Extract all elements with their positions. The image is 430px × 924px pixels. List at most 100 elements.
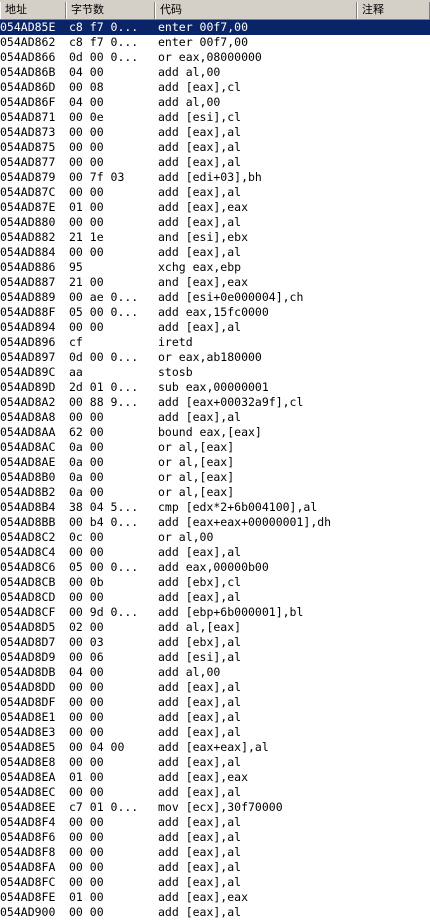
table-row[interactable]: 054AD8B0 0a 00 or al,[eax] — [0, 470, 430, 485]
table-row[interactable]: 054AD866 0d 00 0... or eax,08000000 — [0, 50, 430, 65]
table-row[interactable]: 054AD8EC 00 00 add [eax],al — [0, 785, 430, 800]
address-cell: 054AD8B0 — [0, 470, 56, 484]
bytes-cell: 01 00 — [69, 770, 104, 784]
table-row[interactable]: 054AD87E 01 00 add [eax],eax — [0, 200, 430, 215]
table-row[interactable]: 054AD85E c8 f7 0... enter 00f7,00 — [0, 20, 430, 35]
code-cell: add [eax],al — [158, 785, 242, 799]
address-cell: 054AD8EC — [0, 785, 56, 799]
code-cell: add [eax+00032a9f],cl — [158, 395, 304, 409]
table-row[interactable]: 054AD894 00 00 add [eax],al — [0, 320, 430, 335]
column-header-code[interactable]: 代码 — [155, 2, 357, 19]
table-row[interactable]: 054AD889 00 ae 0... add [esi+0e000004],ch — [0, 290, 430, 305]
code-cell: or eax,08000000 — [158, 50, 262, 64]
table-row[interactable]: 054AD8F4 00 00 add [eax],al — [0, 815, 430, 830]
table-row[interactable]: 054AD8DF 00 00 add [eax],al — [0, 695, 430, 710]
bytes-cell: 00 00 — [69, 710, 104, 724]
table-row[interactable]: 054AD900 00 00 add [eax],al — [0, 905, 430, 920]
address-cell: 054AD8DD — [0, 680, 56, 694]
address-cell: 054AD897 — [0, 350, 56, 364]
table-row[interactable]: 054AD886 95 xchg eax,ebp — [0, 260, 430, 275]
column-header-comment[interactable]: 注释 — [357, 2, 430, 19]
bytes-cell: c8 f7 0... — [69, 35, 139, 49]
code-cell: add al,00 — [158, 665, 221, 679]
code-cell: add [eax],al — [158, 215, 242, 229]
table-row[interactable]: 054AD8F8 00 00 add [eax],al — [0, 845, 430, 860]
table-row[interactable]: 054AD8EE c7 01 0... mov [ecx],30f70000 — [0, 800, 430, 815]
table-row[interactable]: 054AD897 0d 00 0... or eax,ab180000 — [0, 350, 430, 365]
table-row[interactable]: 054AD873 00 00 add [eax],al — [0, 125, 430, 140]
code-cell: add [eax],al — [158, 725, 242, 739]
table-row[interactable]: 054AD884 00 00 add [eax],al — [0, 245, 430, 260]
table-row[interactable]: 054AD8CF 00 9d 0... add [ebp+6b000001],bl — [0, 605, 430, 620]
address-cell: 054AD862 — [0, 35, 56, 49]
table-row[interactable]: 054AD8FC 00 00 add [eax],al — [0, 875, 430, 890]
code-cell: or al,[eax] — [158, 440, 235, 454]
bytes-cell: c7 01 0... — [69, 800, 139, 814]
column-header-bar: 地址 字节数 代码 注释 — [0, 0, 430, 20]
address-cell: 054AD8B2 — [0, 485, 56, 499]
table-row[interactable]: 054AD875 00 00 add [eax],al — [0, 140, 430, 155]
table-row[interactable]: 054AD879 00 7f 03 add [edi+03],bh — [0, 170, 430, 185]
code-cell: add [eax],al — [158, 815, 242, 829]
table-row[interactable]: 054AD87C 00 00 add [eax],al — [0, 185, 430, 200]
table-row[interactable]: 054AD8AE 0a 00 or al,[eax] — [0, 455, 430, 470]
column-header-address[interactable]: 地址 — [0, 2, 66, 19]
bytes-cell: 0d 00 0... — [69, 350, 139, 364]
table-row[interactable]: 054AD877 00 00 add [eax],al — [0, 155, 430, 170]
table-row[interactable]: 054AD8E8 00 00 add [eax],al — [0, 755, 430, 770]
table-row[interactable]: 054AD86F 04 00 add al,00 — [0, 95, 430, 110]
table-row[interactable]: 054AD8B2 0a 00 or al,[eax] — [0, 485, 430, 500]
table-row[interactable]: 054AD88F 05 00 0... add eax,15fc0000 — [0, 305, 430, 320]
table-row[interactable]: 054AD880 00 00 add [eax],al — [0, 215, 430, 230]
table-row[interactable]: 054AD8FA 00 00 add [eax],al — [0, 860, 430, 875]
table-row[interactable]: 054AD882 21 1e and [esi],ebx — [0, 230, 430, 245]
table-row[interactable]: 054AD8B4 38 04 5... cmp [edx*2+6b004100],a… — [0, 500, 430, 515]
table-row[interactable]: 054AD8C4 00 00 add [eax],al — [0, 545, 430, 560]
table-row[interactable]: 054AD8BB 00 b4 0... add [eax+eax+00000001]… — [0, 515, 430, 530]
table-row[interactable]: 054AD8E3 00 00 add [eax],al — [0, 725, 430, 740]
table-row[interactable]: 054AD8D5 02 00 add al,[eax] — [0, 620, 430, 635]
code-cell: enter 00f7,00 — [158, 35, 249, 49]
table-row[interactable]: 054AD8DB 04 00 add al,00 — [0, 665, 430, 680]
table-row[interactable]: 054AD8C6 05 00 0... add eax,00000b00 — [0, 560, 430, 575]
bytes-cell: 00 00 — [69, 815, 104, 829]
bytes-cell: 00 00 — [69, 140, 104, 154]
table-row[interactable]: 054AD89C aa stosb — [0, 365, 430, 380]
table-row[interactable]: 054AD8EA 01 00 add [eax],eax — [0, 770, 430, 785]
table-row[interactable]: 054AD8DD 00 00 add [eax],al — [0, 680, 430, 695]
table-row[interactable]: 054AD8CB 00 0b add [ebx],cl — [0, 575, 430, 590]
table-row[interactable]: 054AD89D 2d 01 0... sub eax,00000001 — [0, 380, 430, 395]
table-row[interactable]: 054AD8D9 00 06 add [esi],al — [0, 650, 430, 665]
table-row[interactable]: 054AD8CD 00 00 add [eax],al — [0, 590, 430, 605]
table-row[interactable]: 054AD8F6 00 00 add [eax],al — [0, 830, 430, 845]
code-cell: add [eax],al — [158, 695, 242, 709]
table-row[interactable]: 054AD8A2 00 88 9... add [eax+00032a9f],cl — [0, 395, 430, 410]
bytes-cell: 04 00 — [69, 665, 104, 679]
disassembly-list[interactable]: 054AD85E c8 f7 0... enter 00f7,00 054AD862 c… — [0, 20, 430, 920]
table-row[interactable]: 054AD862 c8 f7 0... enter 00f7,00 — [0, 35, 430, 50]
table-row[interactable]: 054AD887 21 00 and [eax],eax — [0, 275, 430, 290]
table-row[interactable]: 054AD8AA 62 00 bound eax,[eax] — [0, 425, 430, 440]
table-row[interactable]: 054AD896 cf iretd — [0, 335, 430, 350]
address-cell: 054AD8D7 — [0, 635, 56, 649]
address-cell: 054AD8F8 — [0, 845, 56, 859]
table-row[interactable]: 054AD8E5 00 04 00 add [eax+eax],al — [0, 740, 430, 755]
column-header-bytes[interactable]: 字节数 — [66, 2, 155, 19]
bytes-cell: 2d 01 0... — [69, 380, 139, 394]
address-cell: 054AD85E — [0, 20, 56, 34]
table-row[interactable]: 054AD8A8 00 00 add [eax],al — [0, 410, 430, 425]
bytes-cell: aa — [69, 365, 83, 379]
table-row[interactable]: 054AD8C2 0c 00 or al,00 — [0, 530, 430, 545]
table-row[interactable]: 054AD871 00 0e add [esi],cl — [0, 110, 430, 125]
address-cell: 054AD8E8 — [0, 755, 56, 769]
table-row[interactable]: 054AD8E1 00 00 add [eax],al — [0, 710, 430, 725]
table-row[interactable]: 054AD8AC 0a 00 or al,[eax] — [0, 440, 430, 455]
bytes-cell: 00 0b — [69, 575, 104, 589]
code-cell: add al,00 — [158, 65, 221, 79]
bytes-cell: 04 00 — [69, 95, 104, 109]
table-row[interactable]: 054AD8D7 00 03 add [ebx],al — [0, 635, 430, 650]
table-row[interactable]: 054AD86D 00 08 add [eax],cl — [0, 80, 430, 95]
table-row[interactable]: 054AD8FE 01 00 add [eax],eax — [0, 890, 430, 905]
address-cell: 054AD8AE — [0, 455, 56, 469]
table-row[interactable]: 054AD86B 04 00 add al,00 — [0, 65, 430, 80]
